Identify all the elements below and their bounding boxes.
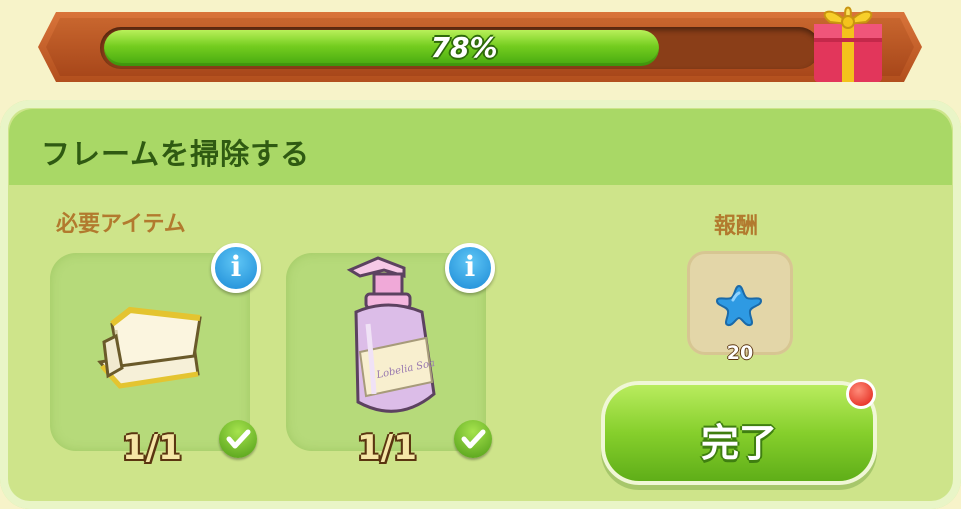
reward-value: 20 <box>726 342 754 364</box>
item-info-button-soap[interactable]: i <box>445 243 495 293</box>
towels-icon <box>90 296 210 400</box>
check-icon <box>454 420 492 458</box>
notification-dot <box>846 379 876 409</box>
task-screen: 78% フレームを掃除する 必要アイテム 報酬 i 1/1 Lobelia So… <box>0 0 961 509</box>
gift-box-icon[interactable] <box>808 0 888 86</box>
task-panel-header: フレームを掃除する <box>9 109 952 185</box>
required-items-label: 必要アイテム <box>56 212 186 237</box>
task-title: フレームを掃除する <box>41 137 311 171</box>
item-count-towels: 1/1 <box>122 428 182 468</box>
blue-star-icon <box>713 282 765 328</box>
item-count-soap: 1/1 <box>357 428 417 468</box>
reward-label: 報酬 <box>714 214 759 239</box>
soap-bottle-icon: Lobelia Soa <box>338 254 448 424</box>
info-icon: i <box>230 250 242 283</box>
item-info-button-towels[interactable]: i <box>211 243 261 293</box>
progress-percent: 78% <box>430 31 498 64</box>
check-icon <box>219 420 257 458</box>
info-icon: i <box>464 250 476 283</box>
complete-button-label: 完了 <box>700 421 777 465</box>
